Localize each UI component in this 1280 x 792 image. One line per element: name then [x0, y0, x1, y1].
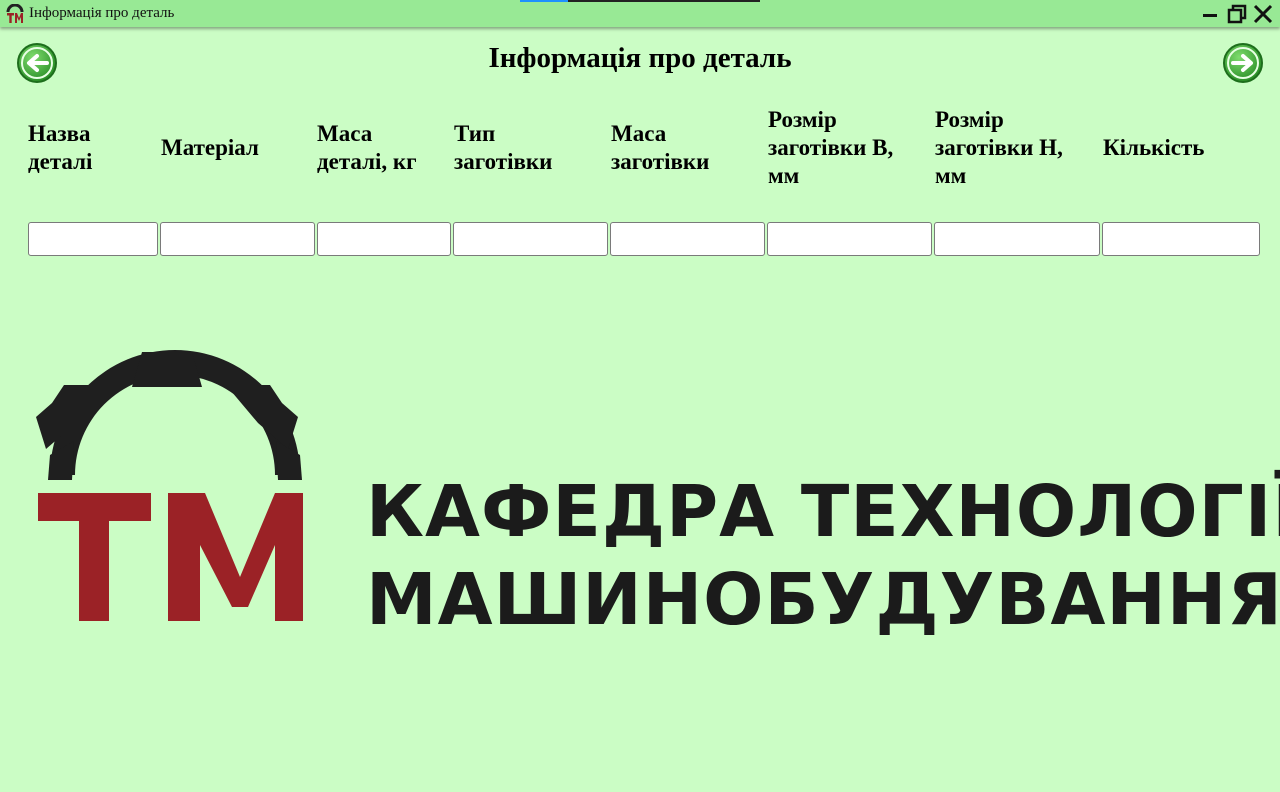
window-titlebar: Інформація про деталь: [0, 0, 1280, 27]
tm-letters: [38, 493, 303, 621]
header-material: Матеріал: [161, 135, 259, 160]
minimize-button[interactable]: [1200, 3, 1222, 25]
titlebar-accent: [520, 0, 568, 2]
blank-size-h-input[interactable]: [934, 222, 1100, 256]
blank-mass-input[interactable]: [610, 222, 765, 256]
header-part-mass: Маса деталі, кг: [317, 121, 417, 174]
close-button[interactable]: [1252, 3, 1274, 25]
material-input[interactable]: [160, 222, 315, 256]
header-blank-type: Тип заготівки: [454, 121, 553, 174]
gear-icon: [36, 350, 302, 480]
window-title: Інформація про деталь: [29, 5, 175, 21]
app-logo-icon: [6, 4, 24, 23]
header-blank-size-b: Розмір заготівки В, мм: [768, 107, 894, 188]
quantity-input[interactable]: [1102, 222, 1260, 256]
page-title: Інформація про деталь: [488, 42, 792, 74]
blank-type-input[interactable]: [453, 222, 608, 256]
department-logo-icon: [36, 350, 303, 621]
header-blank-size-h: Розмір заготівки Н, мм: [935, 107, 1063, 188]
restore-button[interactable]: [1226, 3, 1248, 25]
part-mass-input[interactable]: [317, 222, 451, 256]
header-blank-mass: Маса заготівки: [611, 121, 710, 174]
part-name-input[interactable]: [28, 222, 158, 256]
department-name-line2: МАШИНОБУДУВАННЯ: [366, 558, 1280, 641]
department-name-line1: КАФЕДРА ТЕХНОЛОГІЇ: [366, 470, 1280, 553]
department-name: КАФЕДРА ТЕХНОЛОГІЇ МАШИНОБУДУВАННЯ: [366, 468, 1280, 644]
header-quantity: Кількість: [1103, 135, 1205, 160]
header-part-name: Назва деталі: [28, 121, 93, 174]
blank-size-b-input[interactable]: [767, 222, 932, 256]
